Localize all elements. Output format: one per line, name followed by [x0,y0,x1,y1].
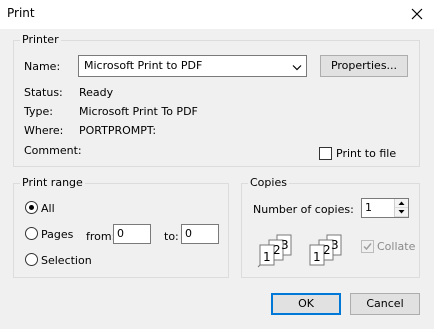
status-label: Status: [24,86,63,99]
page-number-1: 1 [263,250,271,264]
printer-name-value: Microsoft Print to PDF [84,59,203,72]
print-to-file-checkbox[interactable] [319,147,332,160]
to-label: to: [164,230,179,243]
type-value: Microsoft Print To PDF [79,105,198,118]
collate-illustration: 3 2 1 3 2 1 [253,232,353,268]
cancel-button[interactable]: Cancel [350,293,420,315]
from-page-value: 0 [117,227,124,240]
title-bar: Print [0,0,434,29]
status-value: Ready [79,86,114,99]
copies-spinner[interactable] [394,199,408,217]
number-of-copies-input[interactable]: 1 [361,198,409,218]
to-page-input[interactable]: 0 [181,224,219,244]
close-icon[interactable] [409,6,425,22]
print-range-selection-label[interactable]: Selection [41,254,92,267]
page-number-1: 1 [313,250,321,264]
copies-group-label: Copies [248,176,289,189]
type-label: Type: [24,105,53,118]
to-page-value: 0 [185,227,192,240]
comment-label: Comment: [24,144,82,157]
from-label: from: [86,230,116,243]
printer-group-label: Printer [20,33,61,46]
page-number-2: 2 [323,243,331,257]
print-to-file-label[interactable]: Print to file [336,147,396,160]
collate-checkbox[interactable] [361,240,374,253]
where-value: PORTPROMPT: [79,124,157,137]
ok-button[interactable]: OK [271,293,341,315]
print-range-all-label[interactable]: All [41,202,55,215]
page-number-3: 3 [331,238,339,252]
printer-name-select[interactable]: Microsoft Print to PDF [78,55,307,77]
check-icon [363,243,372,251]
print-range-group-label: Print range [20,176,85,189]
page-number-2: 2 [273,243,281,257]
number-of-copies-label: Number of copies: [253,203,354,216]
print-range-pages-radio[interactable] [25,227,38,240]
from-page-input[interactable]: 0 [113,224,151,244]
print-range-selection-radio[interactable] [25,253,38,266]
page-number-3: 3 [281,238,289,252]
chevron-down-icon [292,62,302,75]
name-label: Name: [24,60,61,73]
spin-up-icon[interactable] [395,199,408,208]
number-of-copies-value: 1 [365,201,372,214]
print-range-pages-label[interactable]: Pages [41,228,73,241]
where-label: Where: [24,124,64,137]
window-title: Print [7,6,35,20]
print-range-all-radio[interactable] [25,201,38,214]
collate-label: Collate [377,240,416,253]
spin-down-icon[interactable] [395,208,408,217]
properties-button[interactable]: Properties... [320,55,408,77]
